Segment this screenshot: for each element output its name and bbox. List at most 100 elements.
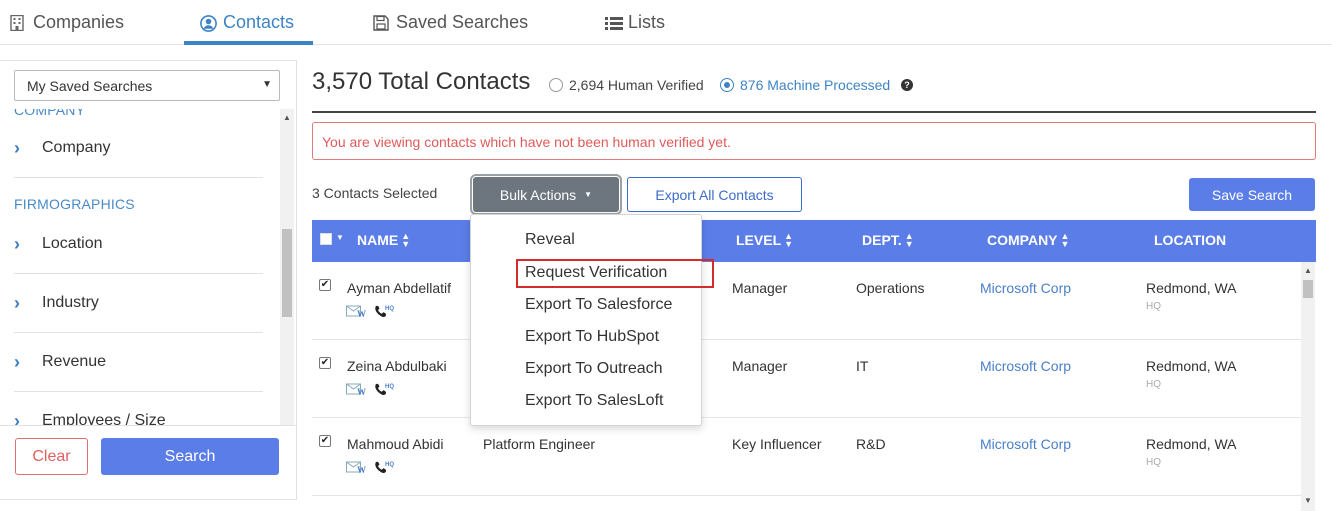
filter-revenue[interactable]: › Revenue bbox=[14, 333, 263, 391]
export-all-contacts-button[interactable]: Export All Contacts bbox=[627, 177, 802, 212]
contact-location: Redmond, WA bbox=[1146, 358, 1237, 374]
chevron-right-icon: › bbox=[14, 410, 20, 426]
floppy-disk-icon bbox=[373, 14, 389, 31]
scroll-up-icon[interactable]: ▲ bbox=[1304, 266, 1312, 275]
human-verified-radio[interactable]: 2,694 Human Verified bbox=[549, 77, 704, 93]
bulk-actions-button[interactable]: Bulk Actions ▼ bbox=[470, 174, 622, 215]
machine-processed-radio[interactable]: 876 Machine Processed bbox=[720, 77, 890, 93]
row-checkbox[interactable]: ✔ bbox=[319, 435, 331, 447]
saved-searches-select[interactable]: My Saved Searches ▼ bbox=[14, 70, 280, 101]
header-label: DEPT. bbox=[862, 232, 902, 248]
tab-saved-searches[interactable]: Saved Searches bbox=[373, 0, 528, 45]
tab-label: Saved Searches bbox=[396, 12, 529, 32]
select-value: My Saved Searches bbox=[27, 78, 153, 94]
help-icon[interactable]: ? bbox=[901, 79, 913, 91]
header-name[interactable]: NAME ▲ ▼ bbox=[357, 232, 410, 249]
email-icon[interactable]: W bbox=[346, 382, 368, 399]
contact-title: Platform Engineer bbox=[483, 436, 596, 452]
bulk-actions-label: Bulk Actions bbox=[499, 186, 577, 203]
company-link[interactable]: Microsoft Corp bbox=[980, 358, 1071, 374]
tab-companies[interactable]: Companies bbox=[10, 0, 124, 45]
table-row[interactable]: ✔ Ayman Abdellatif Manager Operations Mi… bbox=[312, 262, 1302, 340]
filter-employees-size[interactable]: › Employees / Size bbox=[14, 392, 263, 426]
header-label: COMPANY bbox=[987, 232, 1058, 248]
caret-down-icon: ▼ bbox=[262, 79, 272, 90]
table-scrollbar[interactable]: ▲ ▼ bbox=[1301, 262, 1315, 511]
menu-item-request-verification[interactable]: Request Verification bbox=[525, 264, 667, 282]
unverified-alert: You are viewing contacts which have not … bbox=[312, 122, 1316, 160]
divider bbox=[0, 425, 296, 426]
scroll-down-icon[interactable]: ▼ bbox=[1304, 496, 1312, 505]
page-title: 3,570 Total Contacts bbox=[312, 68, 531, 95]
contact-icons: W HQ bbox=[346, 460, 394, 477]
table-header: ▼ NAME ▲ ▼ LEVEL ▲ ▼ DEPT. ▲ ▼ COMPANY ▲ ▼ L… bbox=[312, 220, 1316, 262]
filter-company[interactable]: › Company bbox=[14, 119, 263, 177]
filter-scrollbar[interactable]: ▲ bbox=[280, 109, 294, 425]
filter-label: Location bbox=[42, 235, 103, 252]
chevron-right-icon: › bbox=[14, 233, 20, 254]
user-circle-icon bbox=[200, 14, 217, 32]
header-label: LOCATION bbox=[1154, 232, 1227, 248]
table-row[interactable]: ✔ Zeina Abdulbaki Manager IT Microsoft C… bbox=[312, 340, 1302, 418]
filter-industry[interactable]: › Industry bbox=[14, 274, 263, 332]
radio-label: 876 Machine Processed bbox=[740, 77, 891, 93]
menu-item-export-salesforce[interactable]: Export To Salesforce bbox=[525, 296, 672, 314]
scrollbar-thumb[interactable] bbox=[282, 229, 292, 317]
contact-icons: W HQ bbox=[346, 304, 394, 321]
svg-text:W: W bbox=[357, 387, 366, 396]
header-level[interactable]: LEVEL ▲ ▼ bbox=[736, 232, 793, 249]
email-icon[interactable]: W bbox=[346, 460, 368, 477]
hq-badge: HQ bbox=[385, 306, 394, 312]
building-icon bbox=[10, 14, 26, 31]
sort-icon: ▲ ▼ bbox=[1060, 231, 1070, 249]
email-icon[interactable]: W bbox=[346, 304, 368, 321]
svg-text:W: W bbox=[357, 309, 366, 318]
contact-icons: W HQ bbox=[346, 382, 394, 399]
tab-label: Contacts bbox=[223, 12, 295, 32]
phone-icon[interactable]: HQ bbox=[374, 304, 394, 321]
company-link[interactable]: Microsoft Corp bbox=[980, 280, 1071, 296]
table-row[interactable]: ✔ Mahmoud Abidi Platform Engineer Key In… bbox=[312, 418, 1302, 496]
active-tab-indicator bbox=[184, 41, 313, 45]
chevron-right-icon: › bbox=[14, 137, 20, 158]
contact-level: Manager bbox=[732, 358, 788, 374]
row-checkbox[interactable]: ✔ bbox=[319, 279, 331, 291]
clear-button[interactable]: Clear bbox=[15, 438, 88, 475]
save-search-button[interactable]: Save Search bbox=[1189, 178, 1315, 211]
caret-down-icon[interactable]: ▼ bbox=[336, 233, 344, 242]
header-company[interactable]: COMPANY ▲ ▼ bbox=[987, 231, 1070, 249]
phone-icon[interactable]: HQ bbox=[374, 460, 394, 477]
chevron-right-icon: › bbox=[14, 351, 20, 372]
menu-item-export-outreach[interactable]: Export To Outreach bbox=[525, 360, 663, 378]
hq-tag: HQ bbox=[1146, 457, 1161, 468]
contact-location: Redmond, WA bbox=[1146, 436, 1237, 452]
divider bbox=[312, 111, 1316, 113]
menu-item-export-hubspot[interactable]: Export To HubSpot bbox=[525, 328, 659, 346]
header-dept[interactable]: DEPT. ▲ ▼ bbox=[862, 232, 914, 249]
header-location: LOCATION bbox=[1154, 232, 1226, 248]
scrollbar-thumb[interactable] bbox=[1303, 280, 1313, 298]
header-label: LEVEL bbox=[736, 232, 782, 248]
bulk-actions-menu: Reveal Request Verification Export To Sa… bbox=[470, 214, 714, 426]
tab-label: Lists bbox=[628, 12, 666, 32]
contact-name[interactable]: Mahmoud Abidi bbox=[347, 436, 444, 452]
section-heading-company: COMPANY bbox=[14, 109, 86, 118]
filter-label: Employees / Size bbox=[42, 412, 166, 425]
contact-name[interactable]: Zeina Abdulbaki bbox=[347, 358, 447, 374]
contact-name[interactable]: Ayman Abdellatif bbox=[347, 280, 451, 296]
tab-contacts[interactable]: Contacts bbox=[200, 0, 294, 45]
select-all-checkbox[interactable] bbox=[320, 233, 332, 245]
menu-item-export-salesloft[interactable]: Export To SalesLoft bbox=[525, 392, 663, 410]
search-button[interactable]: Search bbox=[101, 438, 279, 475]
contact-dept: IT bbox=[856, 358, 869, 374]
company-link[interactable]: Microsoft Corp bbox=[980, 436, 1071, 452]
filter-label: Industry bbox=[42, 294, 99, 311]
header-label: NAME bbox=[357, 232, 399, 248]
phone-icon[interactable]: HQ bbox=[374, 382, 394, 399]
tab-lists[interactable]: Lists bbox=[605, 0, 665, 45]
chevron-right-icon: › bbox=[14, 292, 20, 313]
filter-location[interactable]: › Location bbox=[14, 215, 263, 273]
scroll-up-icon[interactable]: ▲ bbox=[283, 113, 291, 122]
menu-item-reveal[interactable]: Reveal bbox=[525, 231, 575, 249]
row-checkbox[interactable]: ✔ bbox=[319, 357, 331, 369]
